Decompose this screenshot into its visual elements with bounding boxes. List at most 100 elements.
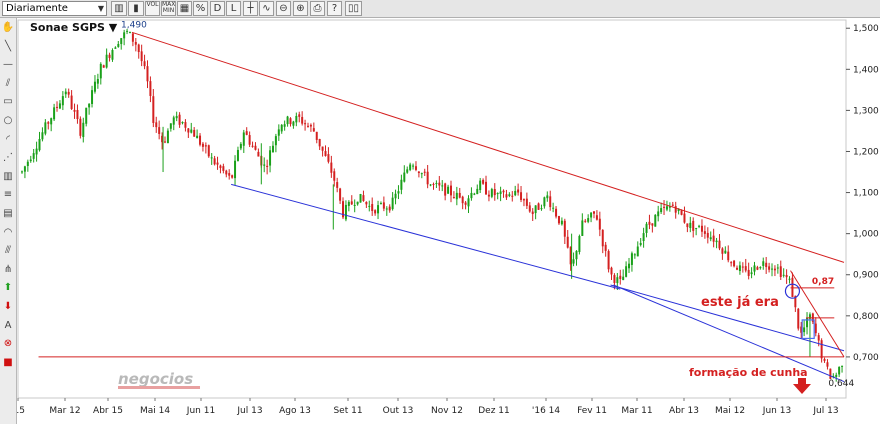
candle-body xyxy=(447,186,450,194)
candle-body xyxy=(82,122,85,137)
period-select[interactable]: Diariamente ▼ xyxy=(2,1,107,16)
help-button[interactable]: ? xyxy=(327,1,342,16)
x-tick-label: Set 11 xyxy=(333,406,362,416)
fibonacci-icon[interactable]: ▥ xyxy=(1,170,15,184)
candle-body xyxy=(417,171,420,174)
candle-body xyxy=(61,96,64,106)
volume-button[interactable]: VOL xyxy=(145,1,160,16)
d-button[interactable]: D xyxy=(210,1,225,16)
candle-body xyxy=(695,228,698,230)
fan-tool-icon[interactable]: ⋰ xyxy=(1,151,15,165)
candle-body xyxy=(782,274,785,276)
color-picker-icon[interactable]: ■ xyxy=(1,356,15,370)
channel-tool-icon[interactable]: ⫻ xyxy=(1,244,15,258)
candle-body xyxy=(158,127,161,134)
candle xyxy=(79,116,82,139)
candle-body xyxy=(99,63,102,79)
candle-body xyxy=(706,232,709,238)
candle-chart-icon[interactable]: ▮ xyxy=(128,1,144,16)
candle-body xyxy=(584,220,587,222)
arrow-down-icon[interactable]: ⬇ xyxy=(1,300,15,314)
candle-body xyxy=(540,208,543,210)
candle-body xyxy=(590,212,593,218)
candle-body xyxy=(598,218,601,230)
candle xyxy=(797,307,800,331)
candle-body xyxy=(625,266,628,277)
candle-body xyxy=(557,216,560,224)
bar-chart-icon[interactable]: ▥ xyxy=(111,1,127,16)
candle-body xyxy=(458,192,461,198)
candle-body xyxy=(91,90,94,104)
candle xyxy=(85,107,88,127)
candle-body xyxy=(102,65,105,68)
zoom-out-icon[interactable]: ⊖ xyxy=(276,1,291,16)
candle-body xyxy=(776,267,779,269)
percent-button[interactable]: % xyxy=(193,1,208,16)
text-tool-icon[interactable]: A xyxy=(1,319,15,333)
retracement-icon[interactable]: ≡ xyxy=(1,188,15,202)
horizontal-line-icon[interactable]: — xyxy=(1,58,15,72)
candle-body xyxy=(566,236,569,248)
book-icon[interactable]: ▯▯ xyxy=(345,1,362,16)
candle-body xyxy=(549,196,552,208)
x-tick-label: Fev 11 xyxy=(577,406,607,416)
candle-body xyxy=(216,162,219,165)
candle-body xyxy=(765,262,768,268)
compare-icon[interactable]: ∿ xyxy=(259,1,274,16)
print-icon[interactable]: ⎙ xyxy=(310,1,325,16)
candle-body xyxy=(441,185,444,187)
rectangle-tool-icon[interactable]: ▭ xyxy=(1,95,15,109)
candle-body xyxy=(201,143,204,147)
candle-body xyxy=(368,205,371,207)
zoom-in-icon[interactable]: ⊕ xyxy=(293,1,308,16)
delete-icon[interactable]: ⊗ xyxy=(1,337,15,351)
candle-body xyxy=(531,211,534,215)
candle-body xyxy=(228,173,231,176)
candle-body xyxy=(414,166,417,170)
l-button[interactable]: L xyxy=(226,1,241,16)
candle xyxy=(359,193,362,203)
price-chart: 1,500 1,400 1,300 1,200 1,100 1,000 0,900 0,800… xyxy=(11,19,879,416)
candle-body xyxy=(379,203,382,205)
candle-body xyxy=(680,210,683,215)
circle-tool-icon[interactable]: ○ xyxy=(1,114,15,128)
candle-body xyxy=(225,170,228,175)
candle-body xyxy=(505,194,508,198)
candle-body xyxy=(207,145,210,157)
candle-body xyxy=(382,202,385,209)
candle-body xyxy=(841,365,844,367)
grid-icon[interactable]: ▦ xyxy=(177,1,192,16)
candle-body xyxy=(671,204,674,206)
arrow-up-icon[interactable]: ⬆ xyxy=(1,281,15,295)
candle-body xyxy=(674,206,677,213)
candle-body xyxy=(371,204,374,212)
crosshair-icon[interactable]: ┼ xyxy=(243,1,258,16)
y-tick-label: 0,900 xyxy=(853,271,879,281)
candle-body xyxy=(96,79,99,84)
candle-body xyxy=(712,235,715,242)
candle-body xyxy=(93,81,96,92)
candle-body xyxy=(715,240,718,243)
candle-body xyxy=(126,30,129,32)
candle-body xyxy=(35,148,38,155)
candle-body xyxy=(336,182,339,188)
candle-body xyxy=(239,143,242,149)
max-min-button[interactable]: MAX MIN xyxy=(161,1,176,16)
ellipse-tool-icon[interactable]: ◜ xyxy=(1,133,15,147)
candle-body xyxy=(528,205,531,212)
arc-tool-icon[interactable]: ◠ xyxy=(1,226,15,240)
candle-body xyxy=(163,141,166,143)
line-tool-icon[interactable]: ╲ xyxy=(1,40,15,54)
candle-body xyxy=(347,201,350,206)
candle-body xyxy=(324,151,327,156)
candle-body xyxy=(803,327,806,333)
levels-icon[interactable]: ▤ xyxy=(1,207,15,221)
parallel-lines-icon[interactable]: ⫽ xyxy=(1,77,15,91)
candle-body xyxy=(648,221,651,225)
candle-body xyxy=(616,277,619,284)
candle-body xyxy=(657,211,660,217)
candle-body xyxy=(248,135,251,145)
pitchfork-icon[interactable]: ⋔ xyxy=(1,263,15,277)
candle-body xyxy=(426,171,429,185)
pan-hand-icon[interactable]: ✋ xyxy=(1,21,15,35)
